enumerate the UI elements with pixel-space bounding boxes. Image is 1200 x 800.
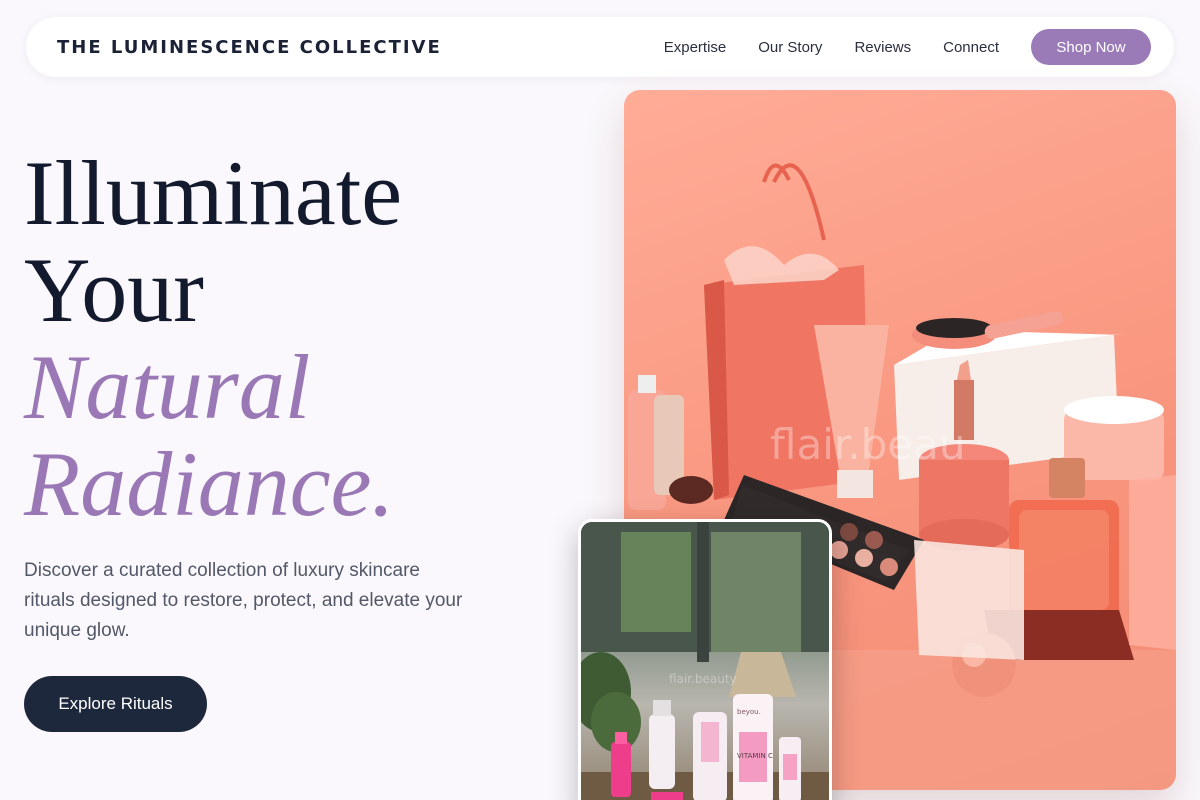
nav-link-our-story[interactable]: Our Story (758, 39, 822, 56)
product-brand-label: beyou. (737, 708, 761, 716)
secondary-image-watermark: flair.beauty (669, 672, 737, 686)
nav-links: Expertise Our Story Reviews Connect Shop… (664, 29, 1151, 65)
product-name-label: VITAMIN C (737, 752, 773, 760)
secondary-product-image: flair.beauty beyou. VITAMIN C (578, 519, 832, 800)
nav-link-connect[interactable]: Connect (943, 39, 999, 56)
brand-logo[interactable]: THE LUMINESCENCE COLLECTIVE (57, 37, 442, 58)
nav-link-reviews[interactable]: Reviews (854, 39, 911, 56)
hero-headline: Illuminate Your Natural Radiance. (24, 145, 402, 533)
shop-now-button[interactable]: Shop Now (1031, 29, 1151, 65)
top-navbar: THE LUMINESCENCE COLLECTIVE Expertise Ou… (26, 17, 1174, 77)
skincare-illustration (581, 522, 829, 800)
nav-link-expertise[interactable]: Expertise (664, 39, 727, 56)
headline-line-2: Your (24, 239, 204, 341)
headline-accent-line-1: Natural (24, 336, 311, 438)
headline-line-1: Illuminate (24, 142, 403, 244)
headline-accent-line-2: Radiance. (24, 433, 395, 535)
explore-rituals-button[interactable]: Explore Rituals (24, 676, 207, 732)
main-image-watermark: flair.beau (770, 420, 966, 469)
hero-description: Discover a curated collection of luxury … (24, 560, 463, 641)
